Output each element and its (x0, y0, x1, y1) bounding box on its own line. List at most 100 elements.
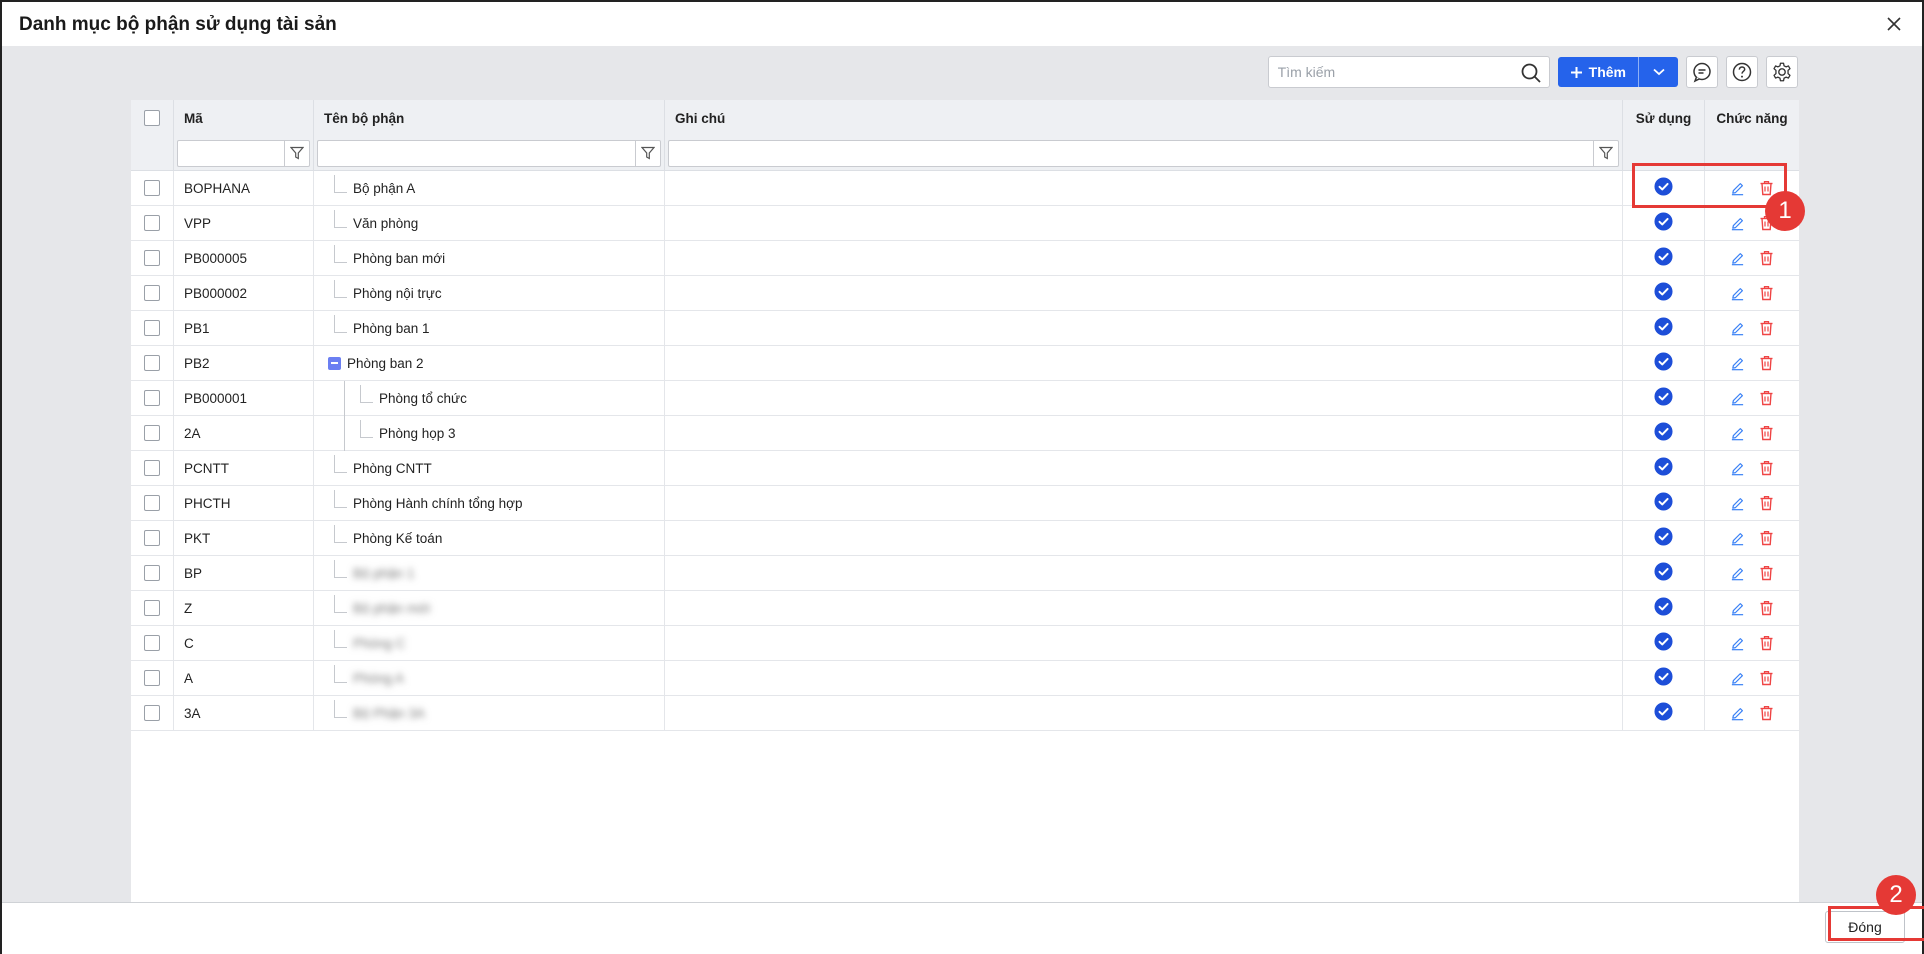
row-checkbox[interactable] (144, 285, 160, 301)
row-checkbox[interactable] (144, 530, 160, 546)
row-checkbox[interactable] (144, 250, 160, 266)
row-checkbox-cell (131, 591, 174, 625)
row-checkbox[interactable] (144, 565, 160, 581)
edit-icon[interactable] (1730, 671, 1745, 686)
help-button[interactable] (1726, 56, 1758, 88)
department-code: Z (174, 591, 314, 625)
in-use-cell (1623, 451, 1705, 485)
row-checkbox[interactable] (144, 635, 160, 651)
edit-icon[interactable] (1730, 601, 1745, 616)
trash-icon[interactable] (1759, 530, 1774, 546)
row-checkbox[interactable] (144, 600, 160, 616)
trash-icon[interactable] (1759, 670, 1774, 686)
edit-icon[interactable] (1730, 566, 1745, 581)
filter-name-input[interactable] (318, 140, 660, 166)
edit-icon[interactable] (1730, 321, 1745, 336)
department-name: Phòng CNTT (353, 460, 432, 476)
edit-icon[interactable] (1730, 251, 1745, 266)
table-row[interactable]: PB000001 Phòng tổ chức (131, 381, 1799, 416)
table-row[interactable]: PB1 Phòng ban 1 (131, 311, 1799, 346)
tree-connector (360, 420, 373, 438)
row-checkbox[interactable] (144, 180, 160, 196)
edit-icon[interactable] (1730, 461, 1745, 476)
row-checkbox[interactable] (144, 320, 160, 336)
row-checkbox[interactable] (144, 705, 160, 721)
trash-icon[interactable] (1759, 600, 1774, 616)
table-row[interactable]: C Phòng C (131, 626, 1799, 661)
edit-icon[interactable] (1730, 356, 1745, 371)
trash-icon[interactable] (1759, 355, 1774, 371)
row-checkbox[interactable] (144, 355, 160, 371)
filter-icon[interactable] (635, 140, 660, 166)
column-header-in-use[interactable]: Sử dụng (1623, 100, 1705, 136)
add-button[interactable]: Thêm (1557, 57, 1638, 87)
row-checkbox[interactable] (144, 215, 160, 231)
table-row[interactable]: VPP Văn phòng (131, 206, 1799, 241)
search-input[interactable] (1268, 57, 1549, 87)
tree-connector (334, 245, 347, 263)
in-use-cell (1623, 556, 1705, 590)
check-circle-icon (1654, 527, 1673, 549)
row-checkbox[interactable] (144, 495, 160, 511)
add-dropdown-button[interactable] (1638, 57, 1678, 87)
table-row[interactable]: PCNTT Phòng CNTT (131, 451, 1799, 486)
help-icon (1732, 62, 1752, 82)
column-header-note[interactable]: Ghi chú (665, 100, 1623, 136)
row-checkbox[interactable] (144, 670, 160, 686)
trash-icon[interactable] (1759, 390, 1774, 406)
trash-icon[interactable] (1759, 565, 1774, 581)
trash-icon[interactable] (1759, 705, 1774, 721)
edit-icon[interactable] (1730, 636, 1745, 651)
trash-icon[interactable] (1759, 285, 1774, 301)
edit-icon[interactable] (1730, 426, 1745, 441)
department-code: BOPHANA (174, 171, 314, 205)
filter-name (317, 139, 661, 167)
table-row[interactable]: 2A Phòng họp 3 (131, 416, 1799, 451)
in-use-cell (1623, 346, 1705, 380)
filter-icon[interactable] (284, 140, 309, 166)
comment-button[interactable] (1686, 56, 1718, 88)
table-row[interactable]: PKT Phòng Kế toán (131, 521, 1799, 556)
edit-icon[interactable] (1730, 391, 1745, 406)
trash-icon[interactable] (1759, 250, 1774, 266)
search-box[interactable] (1267, 56, 1550, 88)
table-row[interactable]: PB000002 Phòng nội trực (131, 276, 1799, 311)
column-header-code[interactable]: Mã (174, 100, 314, 136)
settings-button[interactable] (1766, 56, 1798, 88)
edit-icon[interactable] (1730, 496, 1745, 511)
trash-icon[interactable] (1759, 460, 1774, 476)
row-checkbox[interactable] (144, 425, 160, 441)
trash-icon[interactable] (1759, 425, 1774, 441)
search-icon[interactable] (1519, 61, 1543, 85)
trash-icon[interactable] (1759, 320, 1774, 336)
edit-icon[interactable] (1730, 286, 1745, 301)
table-row[interactable]: A Phòng A (131, 661, 1799, 696)
edit-icon[interactable] (1730, 216, 1745, 231)
check-circle-icon (1654, 457, 1673, 479)
edit-icon[interactable] (1730, 531, 1745, 546)
table-row[interactable]: PB2 Phòng ban 2 (131, 346, 1799, 381)
department-name-cell: Phòng ban 2 (314, 346, 665, 380)
table-row[interactable]: PB000005 Phòng ban mới (131, 241, 1799, 276)
filter-icon[interactable] (1593, 140, 1618, 166)
row-checkbox-cell (131, 276, 174, 310)
trash-icon[interactable] (1759, 635, 1774, 651)
check-circle-icon (1654, 247, 1673, 269)
close-icon[interactable] (1880, 10, 1908, 38)
table-row[interactable]: Z Bộ phận mới (131, 591, 1799, 626)
row-checkbox-cell (131, 171, 174, 205)
row-checkbox[interactable] (144, 390, 160, 406)
filter-note-input[interactable] (669, 140, 1618, 166)
table-row[interactable]: PHCTH Phòng Hành chính tổng hợp (131, 486, 1799, 521)
tree-connector (334, 630, 347, 648)
trash-icon[interactable] (1759, 495, 1774, 511)
row-checkbox[interactable] (144, 460, 160, 476)
table-row[interactable]: BOPHANA Bộ phận A (131, 171, 1799, 206)
department-code: VPP (174, 206, 314, 240)
edit-icon[interactable] (1730, 706, 1745, 721)
table-row[interactable]: BP Bộ phận 1 (131, 556, 1799, 591)
select-all-checkbox[interactable] (144, 110, 160, 126)
column-header-name[interactable]: Tên bộ phận (314, 100, 665, 136)
table-row[interactable]: 3A Bộ Phận 3A (131, 696, 1799, 731)
collapse-icon[interactable] (328, 356, 341, 370)
